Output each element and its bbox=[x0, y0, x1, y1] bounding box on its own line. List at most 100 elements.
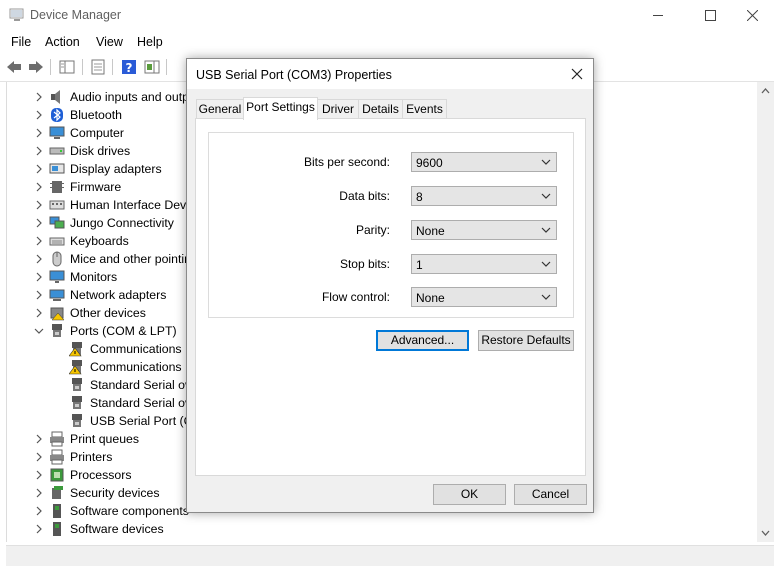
chevron-right-icon bbox=[36, 290, 42, 300]
forward-arrow-icon bbox=[29, 61, 43, 73]
port-icon bbox=[69, 395, 85, 414]
computer-icon bbox=[49, 125, 65, 144]
horizontal-scrollbar[interactable] bbox=[6, 545, 774, 566]
back-button[interactable] bbox=[5, 58, 23, 76]
tree-item-label: Ports (COM & LPT) bbox=[70, 324, 177, 338]
tree-item-label: Computer bbox=[70, 126, 124, 140]
cancel-button[interactable]: Cancel bbox=[514, 484, 587, 505]
chevron-right-icon bbox=[36, 272, 42, 282]
flow-control-value: None bbox=[416, 291, 445, 305]
data-bits-value: 8 bbox=[416, 190, 423, 204]
maximize-button[interactable] bbox=[688, 0, 734, 31]
chevron-right-icon bbox=[36, 254, 42, 264]
bits-per-second-value: 9600 bbox=[416, 156, 443, 170]
chevron-right-icon bbox=[36, 146, 42, 156]
scroll-down-icon[interactable] bbox=[757, 524, 774, 541]
chevron-right-icon bbox=[36, 506, 42, 516]
vertical-scrollbar[interactable] bbox=[757, 82, 774, 542]
chevron-right-icon bbox=[36, 308, 42, 318]
tree-item-label: Mice and other pointin bbox=[70, 252, 191, 266]
scroll-up-icon[interactable] bbox=[757, 83, 774, 100]
bluetooth-icon bbox=[49, 107, 65, 126]
tree-item-label: Disk drives bbox=[70, 144, 131, 158]
forward-button[interactable] bbox=[27, 58, 45, 76]
advanced-button[interactable]: Advanced... bbox=[376, 330, 469, 351]
minimize-button[interactable] bbox=[636, 0, 682, 31]
console-tree-icon bbox=[59, 60, 75, 74]
chevron-right-icon bbox=[36, 128, 42, 138]
stop-bits-value: 1 bbox=[416, 258, 423, 272]
tree-item-label: Audio inputs and outp bbox=[70, 90, 189, 104]
tree-item-label: Keyboards bbox=[70, 234, 129, 248]
close-window-button[interactable] bbox=[730, 0, 774, 31]
tree-item-label: Printers bbox=[70, 450, 113, 464]
chevron-right-icon bbox=[36, 488, 42, 498]
tree-item-label: Jungo Connectivity bbox=[70, 216, 174, 230]
chevron-right-icon bbox=[36, 452, 42, 462]
chevron-down-icon bbox=[34, 328, 44, 334]
tree-item-label: Software components bbox=[70, 504, 189, 518]
tree-item-label: Communications P bbox=[90, 342, 194, 356]
flow-control-select[interactable]: None bbox=[411, 287, 557, 307]
tree-item-label: Print queues bbox=[70, 432, 140, 446]
port-settings-panel: Bits per second: 9600 Data bits: 8 Parit… bbox=[195, 118, 586, 476]
security-icon bbox=[49, 485, 65, 504]
parity-select[interactable]: None bbox=[411, 220, 557, 240]
chevron-down-icon bbox=[541, 159, 551, 165]
chevron-right-icon bbox=[36, 200, 42, 210]
tab-driver[interactable]: Driver bbox=[317, 99, 359, 119]
properties-dialog: USB Serial Port (COM3) Properties Genera… bbox=[186, 58, 594, 513]
chevron-right-icon bbox=[36, 110, 42, 120]
tab-events[interactable]: Events bbox=[402, 99, 447, 119]
chevron-right-icon bbox=[36, 182, 42, 192]
toolbar-separator bbox=[112, 59, 113, 75]
ok-button[interactable]: OK bbox=[433, 484, 506, 505]
menu-help[interactable]: Help bbox=[137, 35, 163, 49]
tree-item-label: Bluetooth bbox=[70, 108, 122, 122]
tab-details[interactable]: Details bbox=[358, 99, 403, 119]
tree-item-label: Security devices bbox=[70, 486, 160, 500]
firmware-icon bbox=[49, 179, 65, 198]
tree-item-label: Display adapters bbox=[70, 162, 162, 176]
menu-file[interactable]: File bbox=[11, 35, 31, 49]
stop-bits-label: Stop bits: bbox=[339, 257, 390, 271]
chevron-right-icon bbox=[36, 92, 42, 102]
toolbar-separator bbox=[82, 59, 83, 75]
bits-per-second-select[interactable]: 9600 bbox=[411, 152, 557, 172]
display-adapter-icon bbox=[49, 161, 65, 180]
chevron-down-icon bbox=[541, 294, 551, 300]
menu-action[interactable]: Action bbox=[45, 35, 80, 49]
dialog-titlebar: USB Serial Port (COM3) Properties bbox=[187, 59, 593, 89]
stop-bits-select[interactable]: 1 bbox=[411, 254, 557, 274]
toolbar-separator bbox=[50, 59, 51, 75]
tab-port-settings[interactable]: Port Settings bbox=[243, 97, 318, 120]
dialog-title: USB Serial Port (COM3) Properties bbox=[196, 68, 392, 82]
tree-item-label: Network adapters bbox=[70, 288, 167, 302]
dialog-close-button[interactable] bbox=[569, 66, 585, 82]
show-hide-console-tree-button[interactable] bbox=[58, 58, 76, 76]
tab-general[interactable]: General bbox=[196, 99, 244, 119]
help-button[interactable]: ? bbox=[120, 58, 138, 76]
maximize-icon bbox=[705, 10, 716, 21]
tree-item-label: Monitors bbox=[70, 270, 118, 284]
properties-icon bbox=[91, 59, 105, 75]
restore-defaults-button[interactable]: Restore Defaults bbox=[478, 330, 574, 351]
monitor-icon bbox=[49, 269, 65, 288]
hid-icon bbox=[49, 197, 65, 216]
network-icon bbox=[49, 215, 65, 234]
chevron-right-icon bbox=[36, 236, 42, 246]
menu-view[interactable]: View bbox=[96, 35, 123, 49]
tree-item-label: Other devices bbox=[70, 306, 146, 320]
tree-item-label: Firmware bbox=[70, 180, 122, 194]
action-pane-button[interactable] bbox=[143, 58, 161, 76]
properties-button[interactable] bbox=[89, 58, 107, 76]
toolbar-separator bbox=[166, 59, 167, 75]
data-bits-select[interactable]: 8 bbox=[411, 186, 557, 206]
tree-item-label: Standard Serial ove bbox=[90, 396, 199, 410]
bits-per-second-label: Bits per second: bbox=[303, 155, 390, 169]
software-icon bbox=[49, 503, 65, 522]
action-pane-icon bbox=[144, 60, 160, 74]
chevron-right-icon bbox=[36, 164, 42, 174]
minimize-icon bbox=[653, 15, 663, 16]
unknown-device-icon bbox=[49, 305, 65, 324]
